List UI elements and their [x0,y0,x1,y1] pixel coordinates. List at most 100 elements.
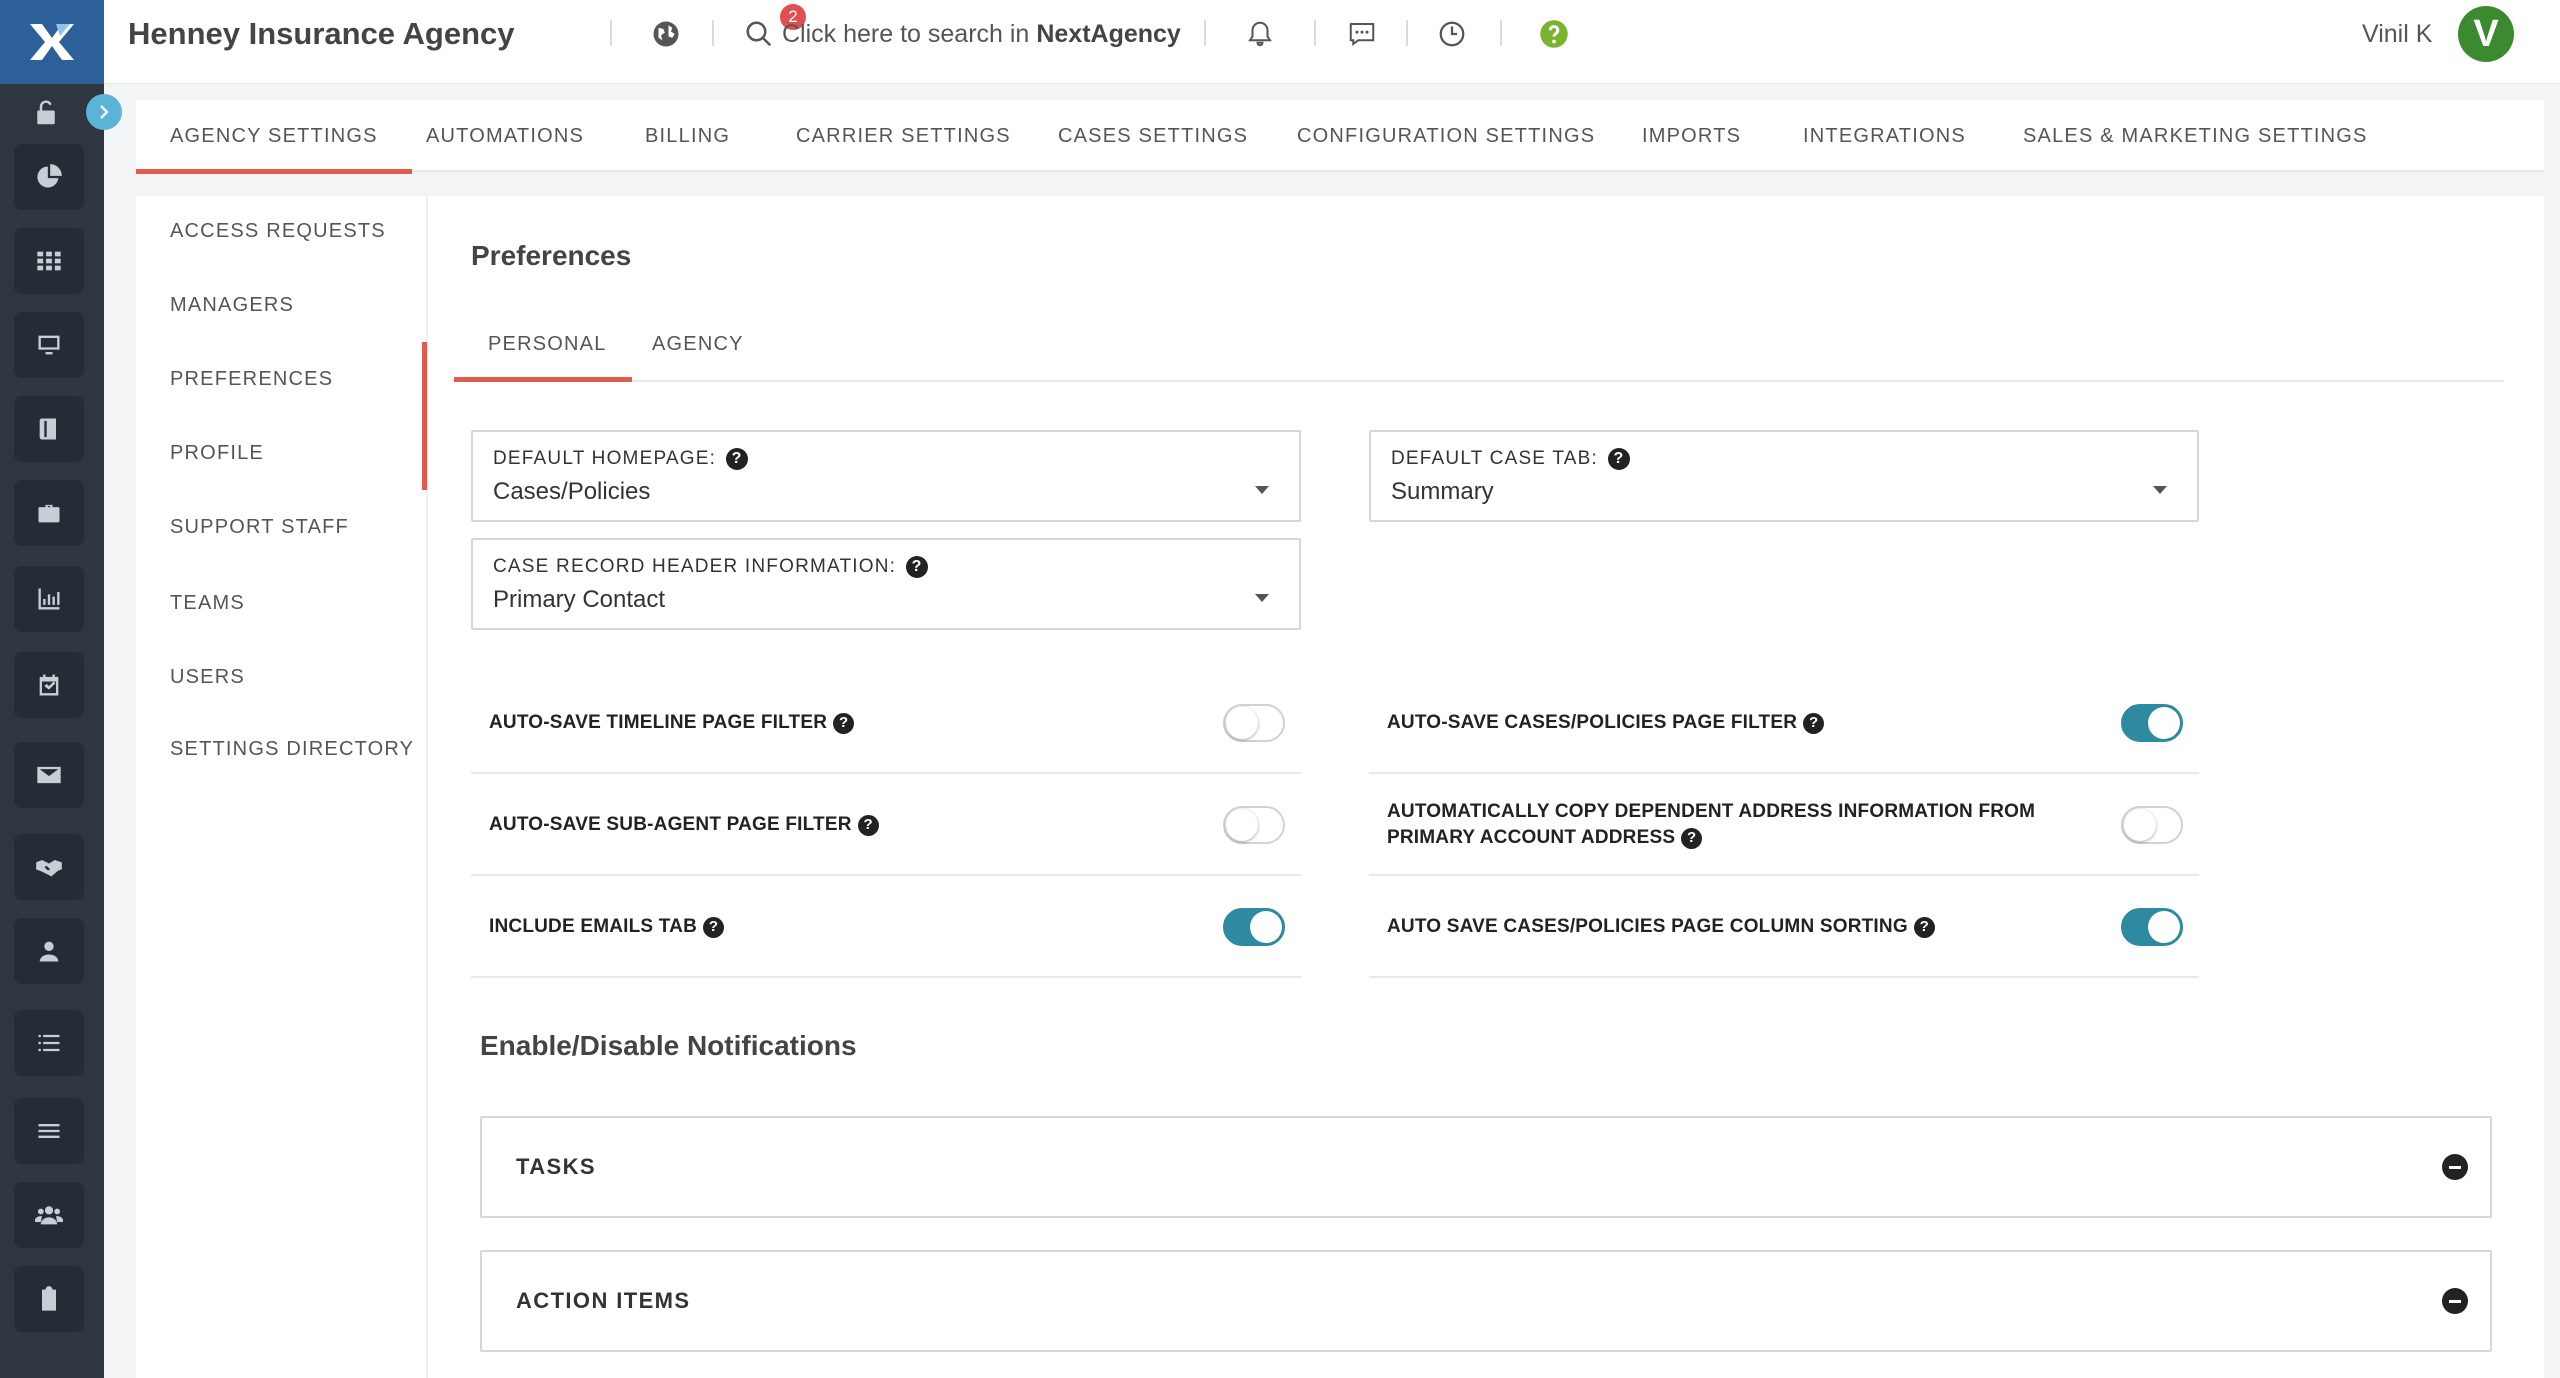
panel-title: ACTION ITEMS [516,1288,691,1313]
bell-icon[interactable] [1240,14,1280,54]
header-divider [610,20,612,46]
tab-sales-marketing-settings[interactable]: SALES & MARKETING SETTINGS [2023,100,2368,172]
default-case-tab-value: Summary [1391,478,1494,505]
rail-deals-button[interactable] [14,834,84,900]
rail-list-button[interactable] [14,1010,84,1076]
avatar[interactable]: V [2458,6,2514,62]
expand-sidebar-button[interactable] [86,94,122,130]
rail-book-button[interactable] [14,396,84,462]
subnav-item-settings-directory[interactable]: SETTINGS DIRECTORY [170,738,414,761]
subnav-item-profile[interactable]: PROFILE [170,442,264,465]
default-homepage-value: Cases/Policies [493,478,651,505]
subnav-item-teams[interactable]: TEAMS [170,592,245,615]
tab-imports[interactable]: IMPORTS [1642,100,1741,172]
copy-address-toggle[interactable] [2121,806,2183,844]
help-circle-icon[interactable]: ? [703,916,725,938]
chevron-right-icon [100,105,109,119]
briefcase-icon [38,504,60,523]
search-icon [746,21,772,47]
minus-circle-icon[interactable] [2442,1154,2468,1180]
subnav-active-indicator [422,342,427,490]
header-divider [1204,20,1206,46]
minus-circle-icon[interactable] [2442,1288,2468,1314]
toggle-label: AUTO SAVE CASES/POLICIES PAGE COLUMN SOR… [1387,916,1908,937]
left-rail [0,0,122,1378]
list-icon [38,1034,60,1052]
rail-briefcase-button[interactable] [14,480,84,546]
rail-team-button[interactable] [14,1182,84,1248]
subnav-item-managers[interactable]: MANAGERS [170,294,294,317]
monitor-icon [38,335,60,355]
globe-icon[interactable] [646,14,686,54]
toggle-label: AUTO-SAVE CASES/POLICIES PAGE FILTER [1387,712,1798,733]
app-logo[interactable] [0,0,104,84]
cases-filter-toggle[interactable] [2121,704,2183,742]
agency-name: Henney Insurance Agency [128,16,515,51]
global-search[interactable]: Click here to search in NextAgency [744,14,1181,54]
settings-content: ACCESS REQUESTS MANAGERS PREFERENCES PRO… [136,196,2544,1378]
column-sorting-toggle[interactable] [2121,908,2183,946]
help-circle-icon[interactable]: ? [1803,712,1825,734]
help-circle-icon[interactable]: ? [906,556,929,578]
toggle-label: AUTOMATICALLY COPY DEPENDENT ADDRESS INF… [1387,801,2036,848]
tab-configuration-settings[interactable]: CONFIGURATION SETTINGS [1297,100,1595,172]
rail-documents-button[interactable] [14,1266,84,1332]
subnav-item-access-requests[interactable]: ACCESS REQUESTS [170,220,386,243]
top-header: Henney Insurance Agency 2 Click here to … [104,0,2560,84]
help-circle-icon[interactable]: ? [833,712,855,734]
tab-billing[interactable]: BILLING [645,100,730,172]
logo-icon [30,24,74,60]
tab-automations[interactable]: AUTOMATIONS [426,100,584,172]
rail-calendar-button[interactable] [14,652,84,718]
timeline-filter-toggle[interactable] [1223,704,1285,742]
lines-icon [38,1124,60,1138]
pie-chart-icon [37,164,62,188]
action-items-panel[interactable]: ACTION ITEMS [480,1250,2492,1352]
tab-agency[interactable]: AGENCY [652,306,744,382]
rail-menu-button[interactable] [14,1098,84,1164]
help-circle-icon[interactable]: ? [857,814,879,836]
person-icon [39,941,59,962]
subnav-item-support-staff[interactable]: SUPPORT STAFF [170,516,349,539]
tab-carrier-settings[interactable]: CARRIER SETTINGS [796,100,1011,172]
default-homepage-select[interactable]: DEFAULT HOMEPAGE:? Cases/Policies [471,430,1301,522]
default-case-tab-select[interactable]: DEFAULT CASE TAB:? Summary [1369,430,2199,522]
tab-agency-settings[interactable]: AGENCY SETTINGS [136,100,412,174]
tasks-panel[interactable]: TASKS [480,1116,2492,1218]
dropdown-caret-icon [1255,486,1269,494]
help-circle-icon[interactable]: ? [726,448,749,470]
settings-tabs: AGENCY SETTINGS AUTOMATIONS BILLING CARR… [136,100,2544,174]
calendar-check-icon [39,674,59,696]
tab-cases-settings[interactable]: CASES SETTINGS [1058,100,1248,172]
page-title: Preferences [471,240,632,271]
clock-icon[interactable] [1432,14,1472,54]
emails-tab-toggle[interactable] [1223,908,1285,946]
tab-integrations[interactable]: INTEGRATIONS [1803,100,1966,172]
rail-contacts-button[interactable] [14,918,84,984]
subnav-item-preferences[interactable]: PREFERENCES [170,368,333,391]
dropdown-caret-icon [1255,594,1269,602]
help-icon[interactable] [1534,14,1574,54]
tab-personal[interactable]: PERSONAL [488,306,607,382]
subnav-item-users[interactable]: USERS [170,666,245,689]
rail-mail-button[interactable] [14,742,84,808]
subagent-filter-toggle[interactable] [1223,806,1285,844]
toggle-row-cases-filter: AUTO-SAVE CASES/POLICIES PAGE FILTER? [1369,674,2199,774]
header-divider [1500,20,1502,46]
notifications-heading: Enable/Disable Notifications [480,1030,857,1061]
case-record-header-select[interactable]: CASE RECORD HEADER INFORMATION:? Primary… [471,538,1301,630]
bar-chart-icon [38,588,60,610]
user-name[interactable]: Vinil K [2362,20,2432,49]
rail-apps-button[interactable] [14,228,84,294]
rail-monitor-button[interactable] [14,312,84,378]
preferences-tab-indicator [454,377,632,382]
users-icon [35,1206,63,1225]
help-circle-icon[interactable]: ? [1913,916,1935,938]
unlock-icon[interactable] [26,96,66,130]
chat-icon[interactable] [1342,14,1382,54]
header-divider [712,20,714,46]
help-circle-icon[interactable]: ? [1607,448,1630,470]
rail-reports-button[interactable] [14,566,84,632]
rail-dashboard-button[interactable] [14,144,84,210]
help-circle-icon[interactable]: ? [1681,827,1703,849]
